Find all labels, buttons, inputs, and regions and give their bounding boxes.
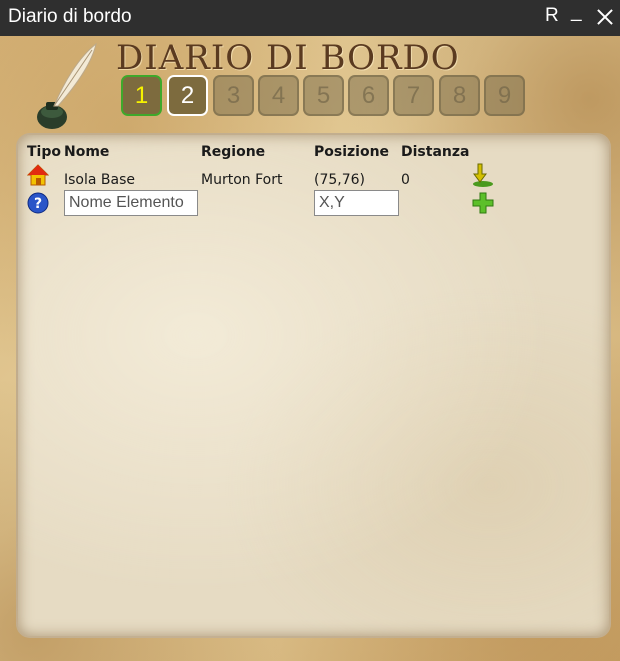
page-button-7[interactable]: 7	[393, 75, 434, 116]
download-icon[interactable]	[471, 162, 495, 188]
logbook-window: Diario di bordo R _ DIARIO DI BORDO 1 2 …	[0, 0, 620, 661]
page-button-3[interactable]: 3	[213, 75, 254, 116]
quill-ink-icon	[37, 42, 97, 129]
entry-name: Isola Base	[64, 172, 135, 188]
close-icon[interactable]	[596, 8, 614, 26]
entry-position: (75,76)	[314, 172, 366, 188]
column-header-nome: Nome	[64, 144, 110, 160]
page-button-1[interactable]: 1	[121, 75, 162, 116]
logbook-logo-title: DIARIO DI BORDO	[116, 38, 460, 78]
entry-distance: 0	[401, 172, 410, 188]
page-button-8[interactable]: 8	[439, 75, 480, 116]
title-bar: Diario di bordo R _	[0, 0, 620, 36]
plus-icon[interactable]	[472, 192, 494, 214]
entry-name-input[interactable]	[64, 190, 198, 216]
question-icon: ?	[27, 192, 49, 214]
page-button-5[interactable]: 5	[303, 75, 344, 116]
page-button-2[interactable]: 2	[167, 75, 208, 116]
column-header-regione: Regione	[201, 144, 266, 160]
entry-region: Murton Fort	[201, 172, 283, 188]
column-header-posizione: Posizione	[314, 144, 390, 160]
page-button-6[interactable]: 6	[348, 75, 389, 116]
house-icon	[27, 164, 49, 186]
entry-position-input[interactable]	[314, 190, 399, 216]
column-header-distanza: Distanza	[401, 144, 470, 160]
page-button-4[interactable]: 4	[258, 75, 299, 116]
window-title: Diario di bordo	[8, 6, 132, 27]
svg-text:?: ?	[34, 196, 42, 212]
minimize-button[interactable]: _	[571, 1, 582, 23]
reset-button[interactable]: R	[545, 5, 559, 27]
page-button-9[interactable]: 9	[484, 75, 525, 116]
column-header-tipo: Tipo	[27, 144, 61, 160]
